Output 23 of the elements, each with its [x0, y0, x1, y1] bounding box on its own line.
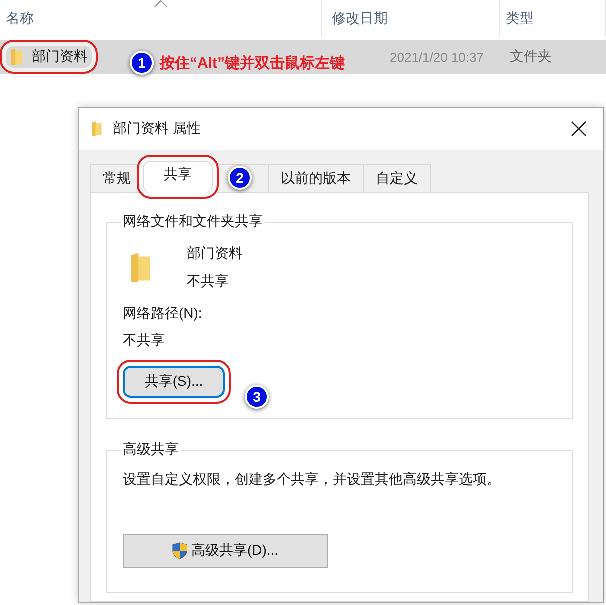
description-text: 设置自定义权限，创建多个共享，并设置其他高级共享选项。 [123, 471, 502, 489]
group-heading: 网络文件和文件夹共享 [122, 213, 264, 231]
modified-date: 2021/1/20 10:37 [390, 50, 484, 64]
network-path-label: 网络路径(N): [123, 305, 204, 323]
folder-icon [129, 252, 153, 284]
shield-icon [172, 542, 188, 560]
network-path-value: 不共享 [123, 332, 166, 350]
column-header[interactable]: 类型 [500, 0, 606, 36]
advanced-sharing-button[interactable]: 高级共享(D)... [123, 534, 328, 568]
tab[interactable]: 自定义 [363, 164, 431, 192]
tab[interactable]: 常规 [90, 164, 144, 192]
sharing-status: 不共享 [187, 273, 230, 291]
folder-icon [91, 121, 103, 137]
sort-caret-icon [154, 0, 168, 8]
column-header[interactable]: 名称 [0, 0, 322, 36]
column-header[interactable]: 修改日期 [322, 0, 500, 36]
file-type: 文件夹 [509, 48, 553, 66]
instruction-text: 按住“Alt”键并双击鼠标左键 [160, 54, 345, 72]
file-name: 部门资料 [32, 48, 88, 66]
folder-name: 部门资料 [187, 245, 243, 263]
window-title: 部门资料 属性 [113, 120, 202, 138]
group-heading: 高级共享 [122, 441, 180, 459]
folder-icon [10, 48, 24, 66]
